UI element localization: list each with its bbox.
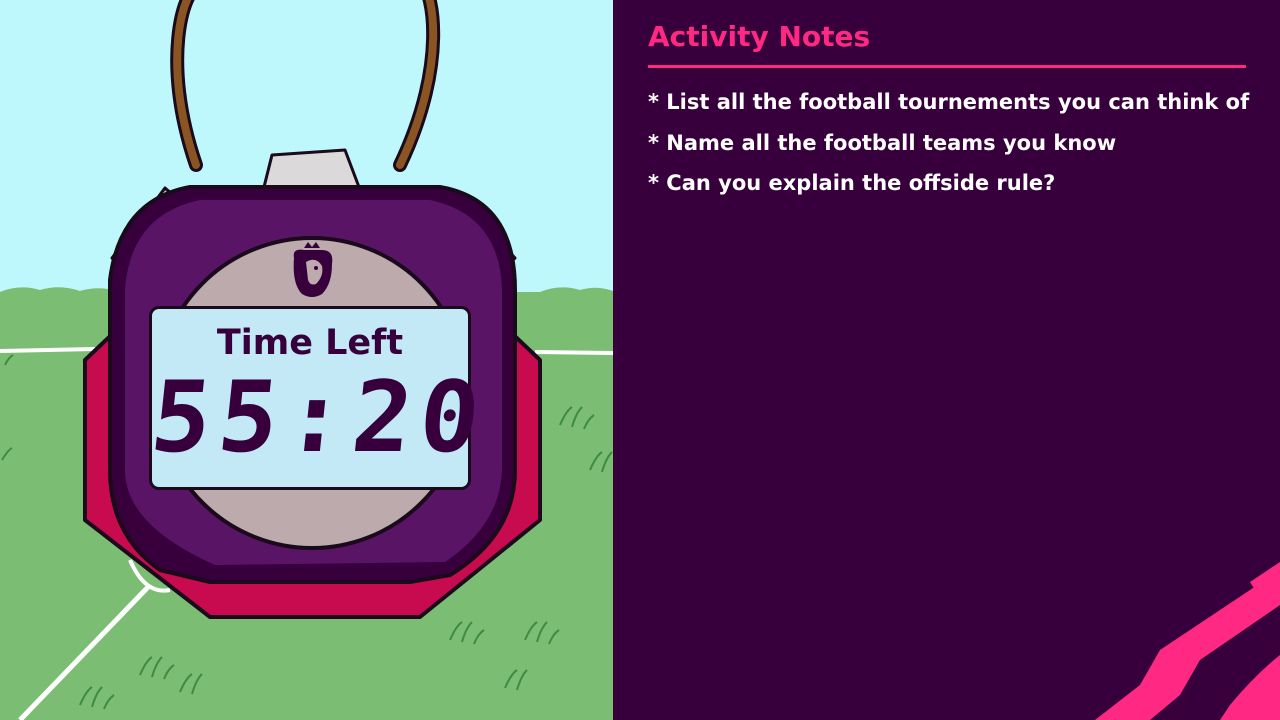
note-item: * Can you explain the offside rule? bbox=[648, 171, 1056, 195]
note-item: * Name all the football teams you know bbox=[648, 130, 1117, 155]
note-item: * List all the football tournements you … bbox=[648, 90, 1250, 114]
notes-title: Activity Notes bbox=[648, 20, 871, 53]
timer-countdown: 55:20 bbox=[146, 361, 494, 475]
timer-label: Time Left bbox=[216, 323, 404, 363]
corner-stripes-decoration bbox=[1095, 562, 1280, 720]
stopwatch-scene: Time Left 55:20 bbox=[0, 0, 613, 720]
notes-list: * List all the football tournements you … bbox=[648, 87, 1249, 209]
activity-notes-panel: Activity Notes * List all the football t… bbox=[613, 0, 1280, 720]
title-divider bbox=[648, 65, 1246, 68]
timer-display: Time Left 55:20 bbox=[146, 306, 494, 490]
